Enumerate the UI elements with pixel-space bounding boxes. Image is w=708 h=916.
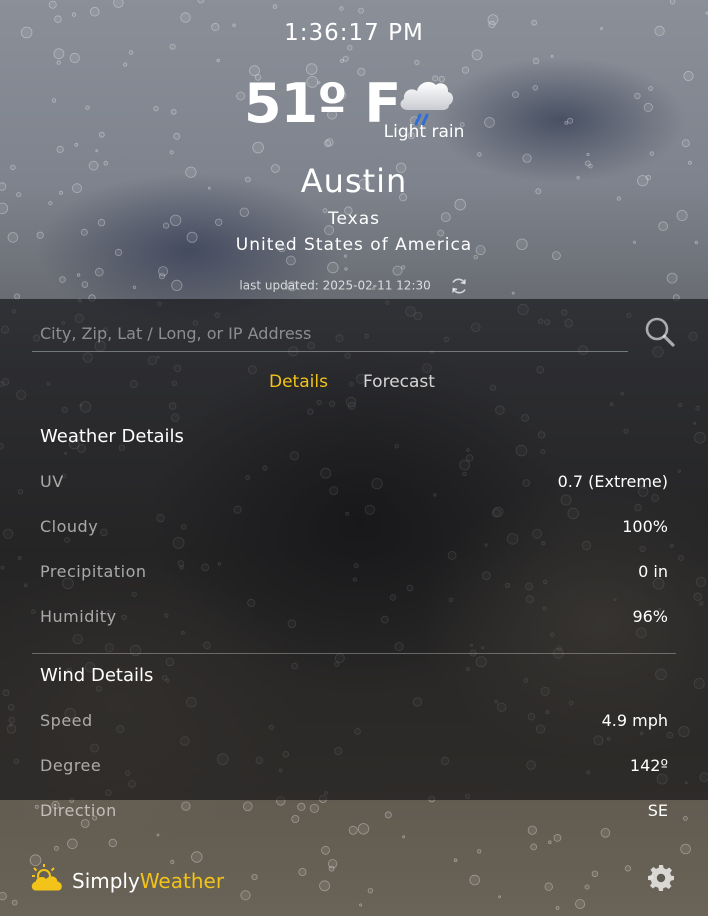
raindrop xyxy=(544,882,553,891)
raindrop xyxy=(384,811,392,819)
raindrop xyxy=(297,802,306,812)
weather-header: 1:36:17 PM 51º F Light rain Austin Texas… xyxy=(0,0,708,299)
uv-label: UV xyxy=(40,472,64,491)
uv-value: 0.7 (Extreme) xyxy=(557,472,668,491)
raindrop xyxy=(453,858,458,862)
raindrop xyxy=(498,895,502,899)
raindrop xyxy=(402,835,406,839)
raindrop xyxy=(0,892,7,901)
raindrop xyxy=(170,859,175,865)
raindrop xyxy=(527,825,537,835)
section-divider xyxy=(32,653,676,654)
cloudy-value: 100% xyxy=(622,517,668,536)
app-window: 1:36:17 PM 51º F Light rain Austin Texas… xyxy=(0,0,708,916)
direction-label: Direction xyxy=(40,801,117,820)
raindrop xyxy=(575,899,586,910)
speed-label: Speed xyxy=(40,711,93,730)
raindrop xyxy=(319,880,331,892)
degree-label: Degree xyxy=(40,756,102,775)
country-name: United States of America xyxy=(235,235,473,255)
raindrop xyxy=(80,819,90,828)
raindrop xyxy=(547,840,552,844)
raindrop xyxy=(680,843,691,855)
raindrop xyxy=(53,845,59,851)
raindrop xyxy=(156,833,160,837)
cloudy-label: Cloudy xyxy=(40,517,99,536)
raindrop xyxy=(291,815,300,824)
raindrop xyxy=(357,823,370,835)
raindrop xyxy=(600,827,611,838)
tab-bar: Details Forecast xyxy=(0,372,708,394)
wind-details-title: Wind Details xyxy=(40,665,154,686)
weather-details-title: Weather Details xyxy=(40,426,184,447)
raindrop xyxy=(555,906,560,910)
raindrop xyxy=(624,865,632,872)
city-name: Austin xyxy=(300,162,408,200)
humidity-value: 96% xyxy=(632,607,668,626)
sun-cloud-logo-icon xyxy=(31,864,62,891)
raindrop xyxy=(240,890,251,901)
raindrop xyxy=(553,834,562,842)
last-updated-text: last updated: 2025-02-11 12:30 xyxy=(239,278,431,293)
raindrop xyxy=(584,884,590,890)
raindrop xyxy=(530,843,538,851)
raindrop xyxy=(181,801,191,811)
raindrop xyxy=(591,870,599,877)
raindrop xyxy=(34,804,39,809)
raindrop xyxy=(367,888,374,894)
cloud-rain-icon xyxy=(400,81,454,126)
humidity-label: Humidity xyxy=(40,607,117,626)
tab-details[interactable]: Details xyxy=(269,372,328,392)
current-time: 1:36:17 PM xyxy=(284,20,424,46)
refresh-icon[interactable] xyxy=(449,276,469,296)
search-icon[interactable] xyxy=(644,316,676,348)
precipitation-label: Precipitation xyxy=(40,562,147,581)
search-bar xyxy=(32,317,628,352)
last-updated: last updated: 2025-02-11 12:30 xyxy=(0,276,708,296)
raindrop xyxy=(191,851,203,863)
raindrop xyxy=(359,903,363,907)
brand-part-1: Simply xyxy=(72,869,140,893)
degree-value: 142º xyxy=(629,756,668,775)
raindrop xyxy=(321,845,330,855)
raindrop xyxy=(328,865,335,872)
brand-part-2: Weather xyxy=(139,869,225,893)
raindrop xyxy=(477,849,482,854)
direction-value: SE xyxy=(647,801,668,820)
raindrop xyxy=(11,899,18,906)
raindrop xyxy=(243,801,253,812)
tab-forecast[interactable]: Forecast xyxy=(363,372,435,392)
raindrop xyxy=(327,859,338,869)
condition-label: Light rain xyxy=(383,122,465,142)
search-input[interactable] xyxy=(32,317,628,349)
raindrop xyxy=(469,874,481,886)
raindrop xyxy=(67,838,78,850)
brand-name: SimplyWeather xyxy=(72,869,224,893)
raindrop xyxy=(309,803,319,813)
raindrop xyxy=(298,868,307,877)
speed-value: 4.9 mph xyxy=(601,711,668,730)
precipitation-value: 0 in xyxy=(638,562,668,581)
raindrop xyxy=(108,838,117,848)
raindrop xyxy=(348,825,358,835)
region-name: Texas xyxy=(328,209,380,229)
gear-icon[interactable] xyxy=(647,864,675,892)
raindrop xyxy=(251,873,258,881)
raindrop xyxy=(683,816,688,821)
